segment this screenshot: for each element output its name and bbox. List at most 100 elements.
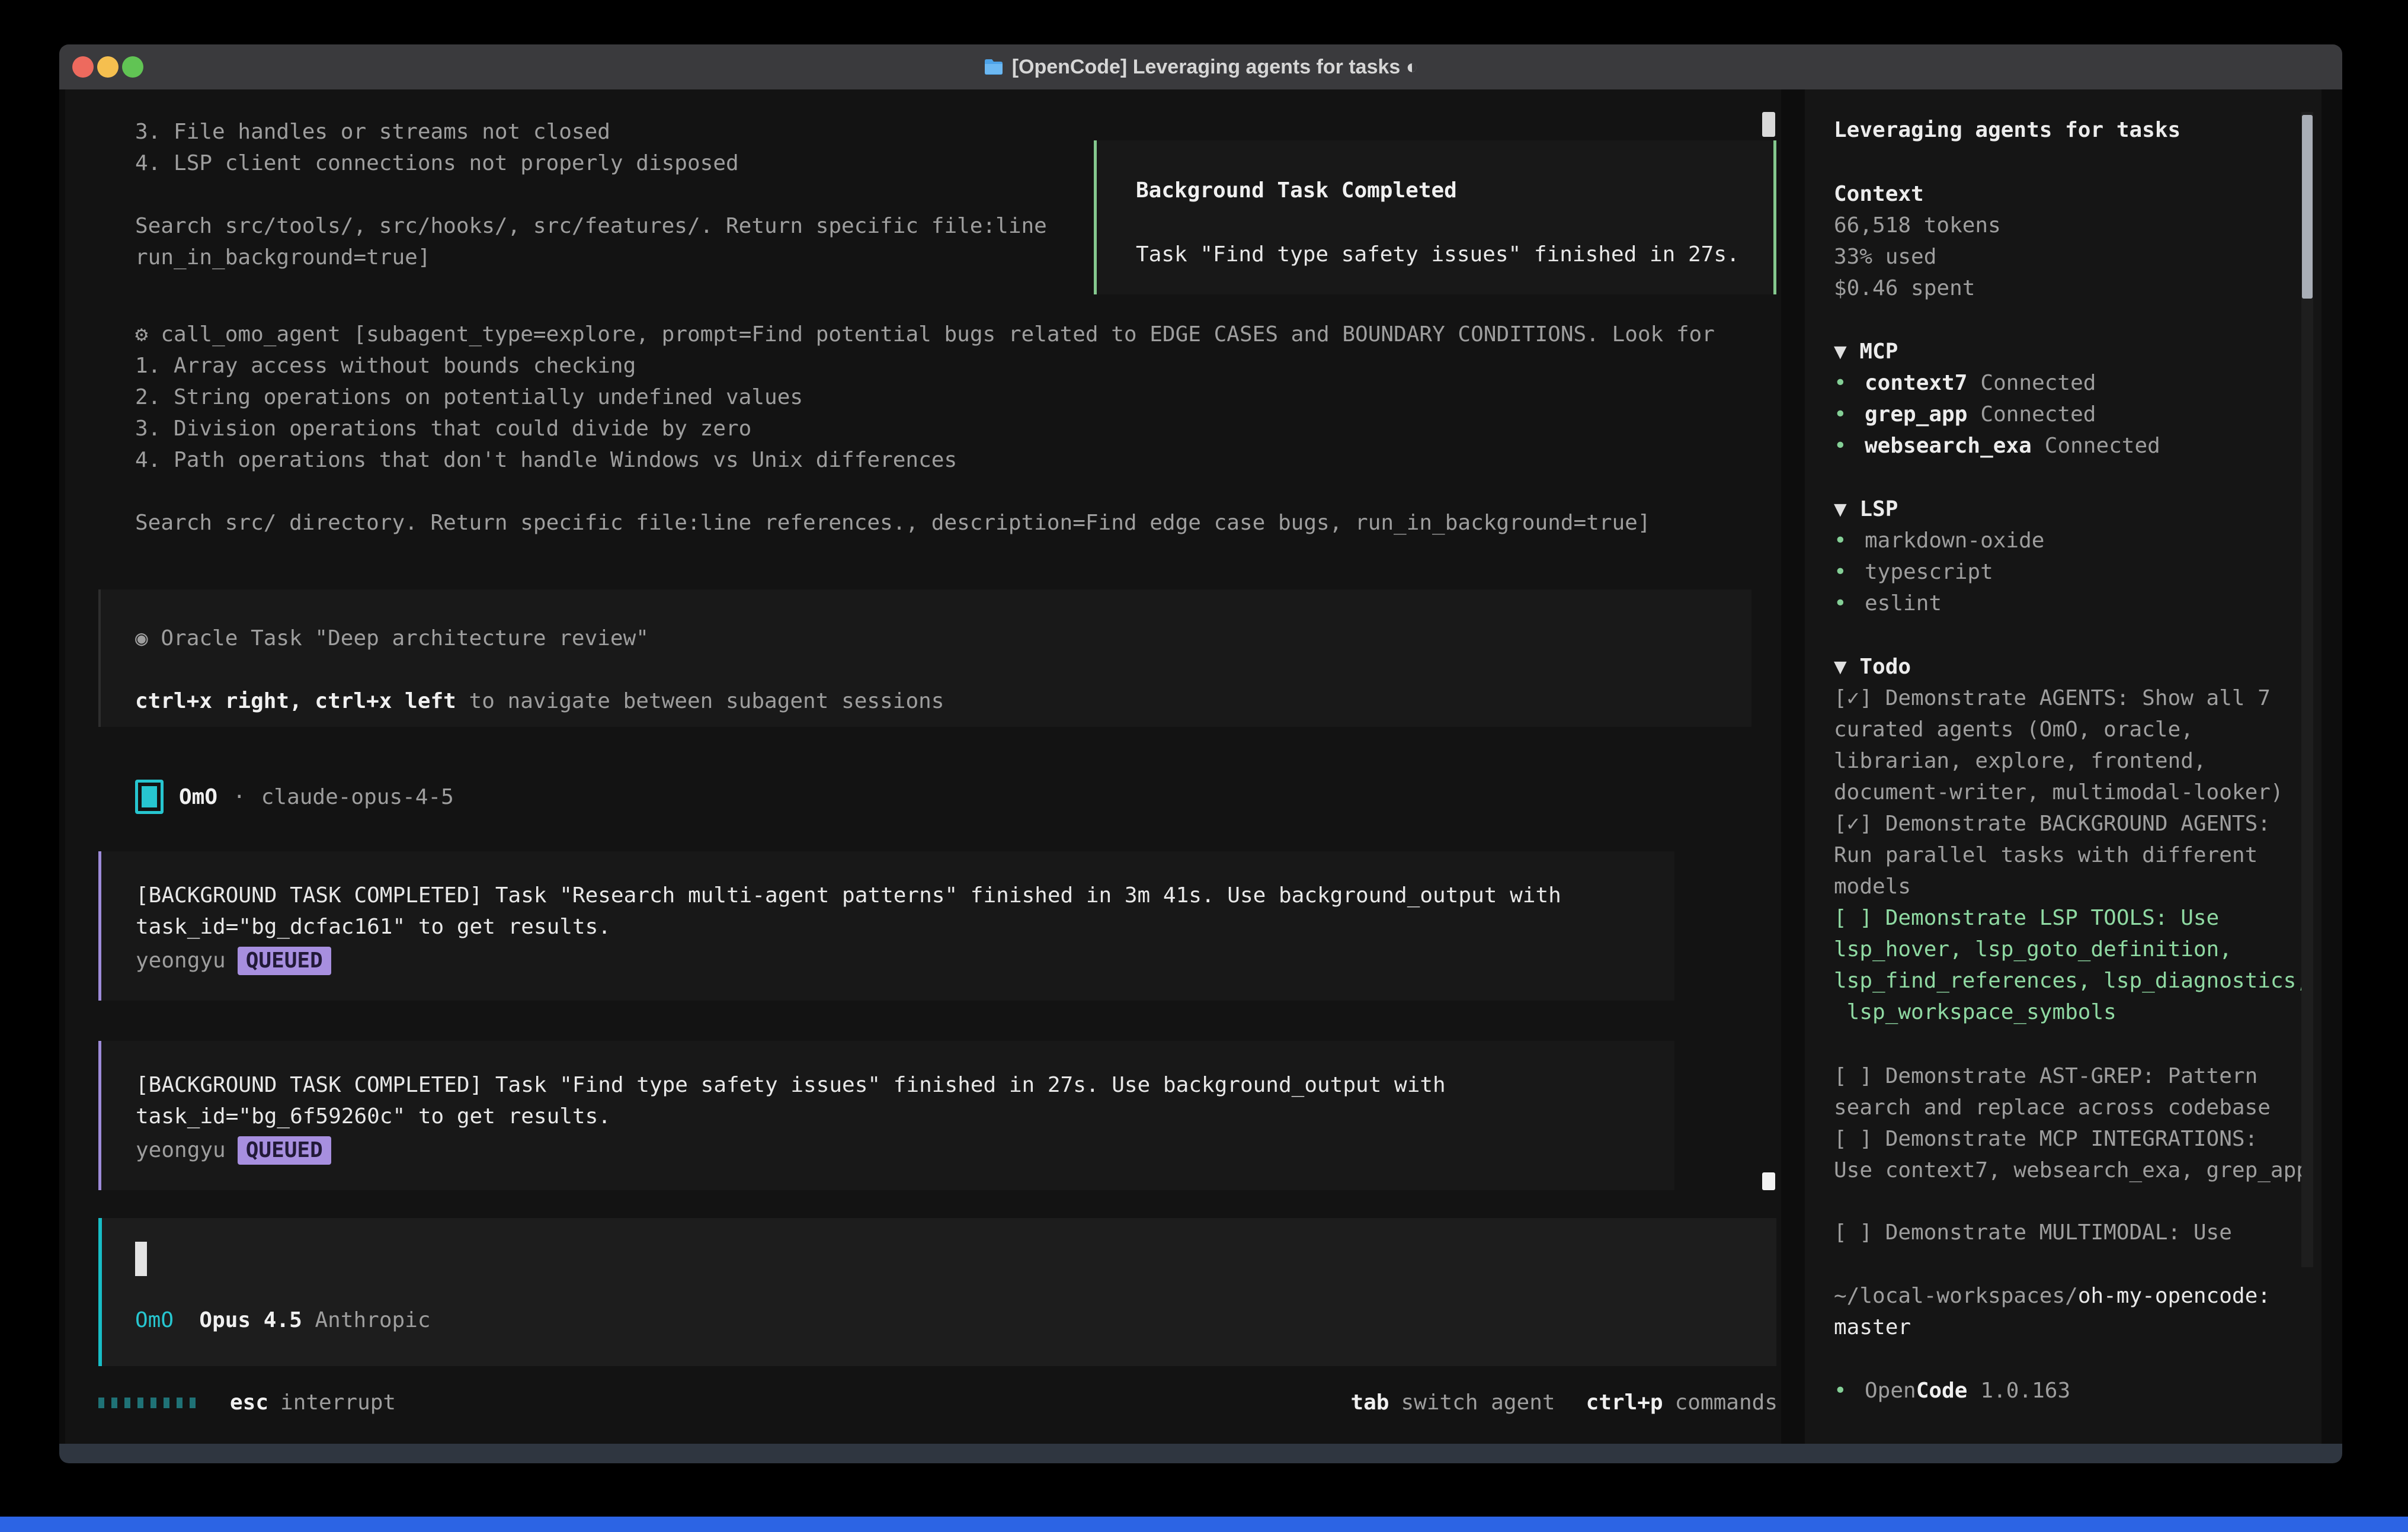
prompt-input[interactable]: OmO Opus 4.5 Anthropic — [98, 1218, 1776, 1366]
tool-call-item: 1. Array access without bounds checking — [135, 350, 636, 382]
agent-name: OmO — [179, 781, 217, 813]
title-bar: [OpenCode] Leveraging agents for tasks ◐ — [59, 44, 2342, 89]
status-dot-icon: • — [1834, 367, 1865, 399]
tool-output-line: run_in_background=true] — [135, 242, 431, 273]
task-message: [BACKGROUND TASK COMPLETED] Task "Find t… — [98, 1041, 1674, 1190]
background-task-toast: Background Task Completed Task "Find typ… — [1094, 140, 1776, 294]
todo-line-active: lsp_hover, lsp_goto_definition, — [1834, 934, 2302, 965]
window-footer-strip — [59, 1444, 2342, 1463]
mcp-item: •context7Connected — [1834, 367, 2302, 399]
lsp-item: •eslint — [1834, 588, 2302, 619]
chat-scrollbar-thumb-bottom[interactable] — [1762, 1172, 1775, 1190]
lsp-item: •typescript — [1834, 556, 2302, 588]
task-user: yeongyu — [136, 1138, 226, 1162]
todo-line-active: lsp_find_references, lsp_diagnostics, — [1834, 965, 2302, 996]
context-spent: $0.46 spent — [1834, 273, 2302, 304]
toast-body: Task "Find type safety issues" finished … — [1136, 239, 1773, 270]
desktop-bottom-strip — [0, 1517, 2408, 1532]
esc-key-label: interrupt — [280, 1387, 396, 1418]
status-dot-icon: • — [1834, 588, 1865, 619]
oracle-hint-rest: to navigate between subagent sessions — [456, 689, 944, 713]
tool-output-line: Search src/tools/, src/hooks/, src/featu… — [135, 210, 1047, 242]
lsp-section-header[interactable]: ▼ LSP — [1834, 493, 2302, 525]
gear-icon: ⚙ — [135, 322, 148, 347]
task-message: [BACKGROUND TASK COMPLETED] Task "Resear… — [98, 851, 1674, 1001]
text-cursor — [135, 1242, 147, 1276]
context-tokens: 66,518 tokens — [1834, 210, 2302, 241]
version-row: •OpenCode1.0.163 — [1834, 1375, 2302, 1406]
chevron-down-icon: ▼ — [1834, 497, 1847, 521]
status-badge: QUEUED — [238, 1136, 331, 1165]
context-heading: Context — [1834, 178, 2302, 210]
workspace-path-prefix: ~/local-workspaces/ — [1834, 1284, 2078, 1308]
session-title: Leveraging agents for tasks — [1834, 114, 2302, 146]
window-title: [OpenCode] Leveraging agents for tasks ◐ — [1012, 56, 1418, 79]
toast-title: Background Task Completed — [1136, 175, 1773, 206]
todo-section-header[interactable]: ▼ Todo — [1834, 651, 2302, 682]
task-meta: yeongyu QUEUED — [136, 1134, 1674, 1166]
input-agent-name: OmO — [135, 1308, 174, 1332]
workspace-branch: master — [1834, 1312, 2302, 1343]
oracle-task-title: ◉ Oracle Task "Deep architecture review" — [135, 623, 1751, 654]
tool-call-line: Search src/ directory. Return specific f… — [135, 507, 1651, 539]
workspace-path: ~/local-workspaces/oh-my-opencode: — [1834, 1280, 2302, 1312]
status-badge: QUEUED — [238, 947, 331, 975]
app-name-normal: Open — [1865, 1375, 1916, 1406]
ctrlp-key-label: commands — [1675, 1387, 1778, 1418]
agent-separator: · — [233, 781, 246, 813]
workspace-path-main: oh-my-opencode: — [2078, 1284, 2271, 1308]
lsp-item-name: typescript — [1865, 556, 1993, 588]
tool-call-item: 4. Path operations that don't handle Win… — [135, 444, 957, 476]
sidebar: Leveraging agents for tasks Context 66,5… — [1805, 89, 2321, 1444]
context-used: 33% used — [1834, 241, 2302, 273]
tool-call-item: 3. Division operations that could divide… — [135, 413, 751, 444]
mcp-item-status: Connected — [2045, 430, 2160, 461]
tab-key-hint: tab — [1350, 1387, 1389, 1418]
tool-call-item: 2. String operations on potentially unde… — [135, 382, 803, 413]
mcp-item-name: grep_app — [1865, 399, 1967, 430]
tab-key-label: switch agent — [1401, 1387, 1555, 1418]
input-provider-name: Anthropic — [315, 1308, 430, 1332]
chat-pane: 3. File handles or streams not closed 4.… — [65, 89, 1781, 1444]
opencode-window: [OpenCode] Leveraging agents for tasks ◐… — [59, 44, 2342, 1463]
ctrlp-key-hint: ctrl+p — [1586, 1387, 1663, 1418]
todo-line: [✓] Demonstrate AGENTS: Show all 7 — [1834, 682, 2302, 714]
app-version: 1.0.163 — [1980, 1375, 2070, 1406]
sidebar-scrollbar-track[interactable] — [2301, 112, 2313, 1267]
todo-heading: Todo — [1859, 655, 1911, 679]
mcp-item-status: Connected — [1980, 367, 2096, 399]
status-dot-icon: • — [1834, 556, 1865, 588]
folder-icon — [984, 59, 1004, 75]
agent-model: claude-opus-4-5 — [261, 781, 454, 813]
tool-call-text: call_omo_agent [subagent_type=explore, p… — [161, 322, 1715, 347]
todo-line: models — [1834, 871, 2302, 902]
input-model-row[interactable]: OmO Opus 4.5 Anthropic — [135, 1305, 1776, 1336]
todo-line: librarian, explore, frontend, — [1834, 745, 2302, 777]
input-model-name: Opus 4.5 — [199, 1308, 302, 1332]
status-bar: esc interrupt tab switch agent ctrl+p co… — [98, 1387, 1778, 1418]
lsp-item-name: eslint — [1865, 588, 1942, 619]
todo-line-active: [ ] Demonstrate LSP TOOLS: Use — [1834, 902, 2302, 934]
mcp-section-header[interactable]: ▼ MCP — [1834, 336, 2302, 367]
status-dot-icon: • — [1834, 525, 1865, 556]
oracle-task-card[interactable]: ◉ Oracle Task "Deep architecture review"… — [98, 589, 1751, 727]
todo-line: curated agents (OmO, oracle, — [1834, 714, 2302, 745]
tool-output-line: 4. LSP client connections not properly d… — [135, 148, 739, 179]
mcp-item: •grep_appConnected — [1834, 399, 2302, 430]
lsp-heading: LSP — [1859, 497, 1898, 521]
todo-line: Run parallel tasks with different — [1834, 839, 2302, 871]
mcp-item: •websearch_exaConnected — [1834, 430, 2302, 461]
activity-dots — [98, 1398, 203, 1408]
chevron-down-icon: ▼ — [1834, 655, 1847, 679]
agent-header: OmO · claude-opus-4-5 — [135, 780, 454, 814]
chat-scrollbar-thumb-top[interactable] — [1762, 112, 1775, 137]
todo-line: [ ] Demonstrate MCP INTEGRATIONS: — [1834, 1123, 2302, 1155]
window-title-wrap: [OpenCode] Leveraging agents for tasks ◐ — [59, 44, 2342, 89]
sidebar-scrollbar-thumb[interactable] — [2302, 115, 2313, 299]
task-line: [BACKGROUND TASK COMPLETED] Task "Find t… — [136, 1069, 1674, 1101]
lsp-item: •markdown-oxide — [1834, 525, 2302, 556]
oracle-task-hint: ctrl+x right, ctrl+x left to navigate be… — [135, 685, 1751, 717]
todo-line: search and replace across codebase — [1834, 1092, 2302, 1123]
todo-line: document-writer, multimodal-looker) — [1834, 777, 2302, 808]
todo-line: [ ] Demonstrate AST-GREP: Pattern — [1834, 1060, 2302, 1092]
